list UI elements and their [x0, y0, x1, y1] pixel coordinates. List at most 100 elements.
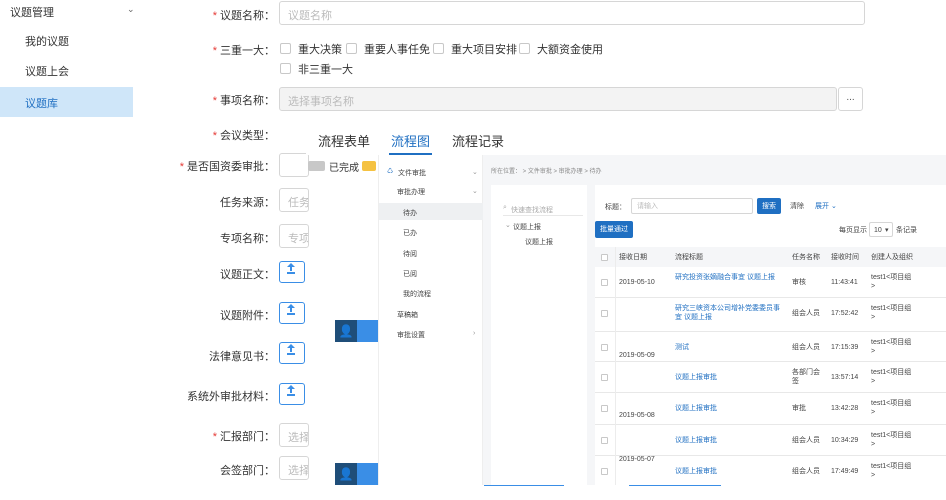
- report-dept-select[interactable]: 选择: [279, 423, 309, 447]
- col-task-name[interactable]: 任务名称: [792, 253, 820, 262]
- breadcrumb: 所在位置： > 文件审批 > 审批办理 > 待办: [491, 169, 602, 175]
- caret-icon: ▾: [885, 227, 889, 234]
- topic-name-input[interactable]: 议题名称: [279, 1, 865, 25]
- batch-approve-button[interactable]: 批量通过: [595, 221, 633, 238]
- sidebar-item-my-topics[interactable]: 我的议题: [25, 33, 69, 49]
- cell-title[interactable]: 议题上报审批: [675, 404, 785, 413]
- topic-attach-label: 议题附件：: [220, 310, 275, 322]
- legend-done-swatch: [308, 161, 325, 171]
- approval-nav: ♺ 文件审批 ⌄ 审批办理 ⌄ 待办 已办 待阅 已阅 我的流程 草稿箱 审批设…: [379, 155, 483, 485]
- legend-done-label: 已完成: [329, 163, 359, 174]
- search-button[interactable]: 搜索: [757, 198, 781, 214]
- select-all-checkbox[interactable]: [601, 254, 608, 261]
- checkbox-large-funds[interactable]: [519, 43, 530, 54]
- checkbox-non-major[interactable]: [280, 63, 291, 74]
- sasac-approval-label: * 是否国资委审批：: [179, 161, 275, 173]
- matter-name-input[interactable]: 选择事项名称: [279, 87, 837, 111]
- row-checkbox[interactable]: [601, 310, 608, 317]
- col-receive-time[interactable]: 接收时间: [831, 253, 859, 262]
- page-size-select[interactable]: 10 ▾: [869, 222, 893, 237]
- checkbox-major-decision[interactable]: [280, 43, 291, 54]
- sasac-approval-select[interactable]: [279, 153, 309, 177]
- embedded-approval-screenshot: ♺ 文件审批 ⌄ 审批办理 ⌄ 待办 已办 待阅 已阅 我的流程 草稿箱 审批设…: [378, 155, 946, 485]
- upload-icon: [287, 385, 295, 396]
- nav-drafts[interactable]: 草稿箱: [397, 310, 418, 320]
- upload-icon: [287, 304, 295, 315]
- row-checkbox[interactable]: [601, 344, 608, 351]
- chevron-down-icon: ⌄: [472, 169, 478, 176]
- cell-task: 审核: [792, 279, 806, 286]
- cosign-dept-select[interactable]: 选择: [279, 456, 309, 480]
- nav-item-done[interactable]: 已办: [403, 228, 417, 238]
- nav-item-my-flow[interactable]: 我的流程: [403, 289, 431, 299]
- report-dept-label: * 汇报部门：: [212, 431, 275, 443]
- chevron-right-icon: ›: [473, 330, 476, 337]
- sidebar-group-title[interactable]: 议题管理: [10, 4, 54, 20]
- approval-main: 所在位置： > 文件审批 > 审批办理 > 待办 ⌕ 快速查找流程 ⌄ 议题上报…: [483, 155, 946, 485]
- cell-title[interactable]: 议题上报审批: [675, 467, 785, 476]
- row-checkbox[interactable]: [601, 279, 608, 286]
- checkbox-label: 非三重一大: [298, 64, 353, 76]
- cell-title[interactable]: 研究投资张嫡融合事宜 议题上报: [675, 273, 785, 282]
- checkbox-label: 重大项目安排: [451, 44, 517, 56]
- row-checkbox[interactable]: [601, 468, 608, 475]
- tree-child[interactable]: 议题上报: [525, 237, 553, 247]
- col-receive-date[interactable]: 接收日期: [619, 253, 647, 262]
- flow-tree: ⌕ 快速查找流程 ⌄ 议题上报 议题上报: [491, 185, 587, 485]
- nav-header[interactable]: 文件审批: [398, 168, 426, 178]
- title-filter-input[interactable]: 请输入: [631, 198, 753, 214]
- chevron-down-icon: ⌄: [831, 203, 837, 210]
- upload-topic-attach-button[interactable]: [279, 302, 305, 324]
- chevron-down-icon[interactable]: ⌄: [127, 4, 135, 15]
- row-checkbox[interactable]: [601, 374, 608, 381]
- cell-creator: test1<项目组>: [871, 400, 912, 416]
- nav-settings[interactable]: 审批设置: [397, 330, 425, 340]
- tab-flow-form[interactable]: 流程表单: [318, 131, 370, 150]
- nav-selected-bg: [379, 203, 483, 220]
- row-checkbox[interactable]: [601, 405, 608, 412]
- cell-creator: test1<项目组>: [871, 369, 912, 385]
- cell-title[interactable]: 测试: [675, 343, 785, 352]
- tree-search-input[interactable]: 快速查找流程: [511, 205, 553, 215]
- nav-item-todo[interactable]: 待办: [403, 208, 417, 218]
- chevron-down-icon: ⌄: [505, 222, 511, 229]
- expand-link[interactable]: 展开: [815, 202, 829, 211]
- nav-group[interactable]: 审批办理: [397, 187, 425, 197]
- checkbox-label: 大额资金使用: [537, 44, 603, 56]
- task-source-input[interactable]: 任务: [279, 188, 309, 212]
- user-icon: 👤: [335, 463, 357, 485]
- cell-title[interactable]: 议题上报审批: [675, 436, 785, 445]
- checkbox-label: 重大决策: [298, 44, 342, 56]
- col-creator[interactable]: 创建人及组织: [871, 253, 913, 262]
- upload-external-material-button[interactable]: [279, 383, 305, 405]
- cell-date: 2019-05-10: [619, 279, 655, 286]
- upload-legal-opinion-button[interactable]: [279, 342, 305, 364]
- tab-flow-chart[interactable]: 流程图: [391, 131, 430, 150]
- nav-item-toread[interactable]: 待阅: [403, 249, 417, 259]
- sidebar-item-topic-meeting[interactable]: 议题上会: [25, 63, 69, 79]
- checkbox-major-project[interactable]: [433, 43, 444, 54]
- special-name-input[interactable]: 专项: [279, 224, 309, 248]
- title-filter-label: 标题：: [605, 204, 626, 211]
- nav-item-read[interactable]: 已阅: [403, 269, 417, 279]
- cell-task: 审批: [792, 405, 806, 412]
- upload-topic-body-button[interactable]: [279, 261, 305, 283]
- cell-title[interactable]: 议题上报审批: [675, 373, 785, 382]
- sidebar: 议题管理 ⌄ 我的议题 议题上会 议题库: [0, 0, 135, 500]
- cell-time: 11:43:41: [831, 279, 858, 286]
- checkbox-personnel[interactable]: [346, 43, 357, 54]
- clear-button[interactable]: 清除: [790, 202, 804, 211]
- cell-title[interactable]: 研究三峡资本公司增补党委委员事宜 议题上报: [675, 304, 785, 322]
- row-checkbox[interactable]: [601, 437, 608, 444]
- col-flow-title[interactable]: 流程标题: [675, 253, 703, 262]
- cell-time: 13:57:14: [831, 374, 859, 381]
- sidebar-item-topic-library[interactable]: 议题库: [0, 87, 133, 117]
- matter-select-button[interactable]: ...: [838, 87, 863, 111]
- legal-opinion-label: 法律意见书：: [209, 351, 275, 363]
- page-size-suffix: 条记录: [896, 227, 917, 234]
- tab-flow-record[interactable]: 流程记录: [452, 131, 504, 150]
- tree-root[interactable]: 议题上报: [513, 222, 541, 232]
- file-approval-icon: ♺: [387, 168, 394, 175]
- cell-task: 组会人员: [792, 437, 820, 444]
- topic-body-label: 议题正文：: [220, 269, 275, 281]
